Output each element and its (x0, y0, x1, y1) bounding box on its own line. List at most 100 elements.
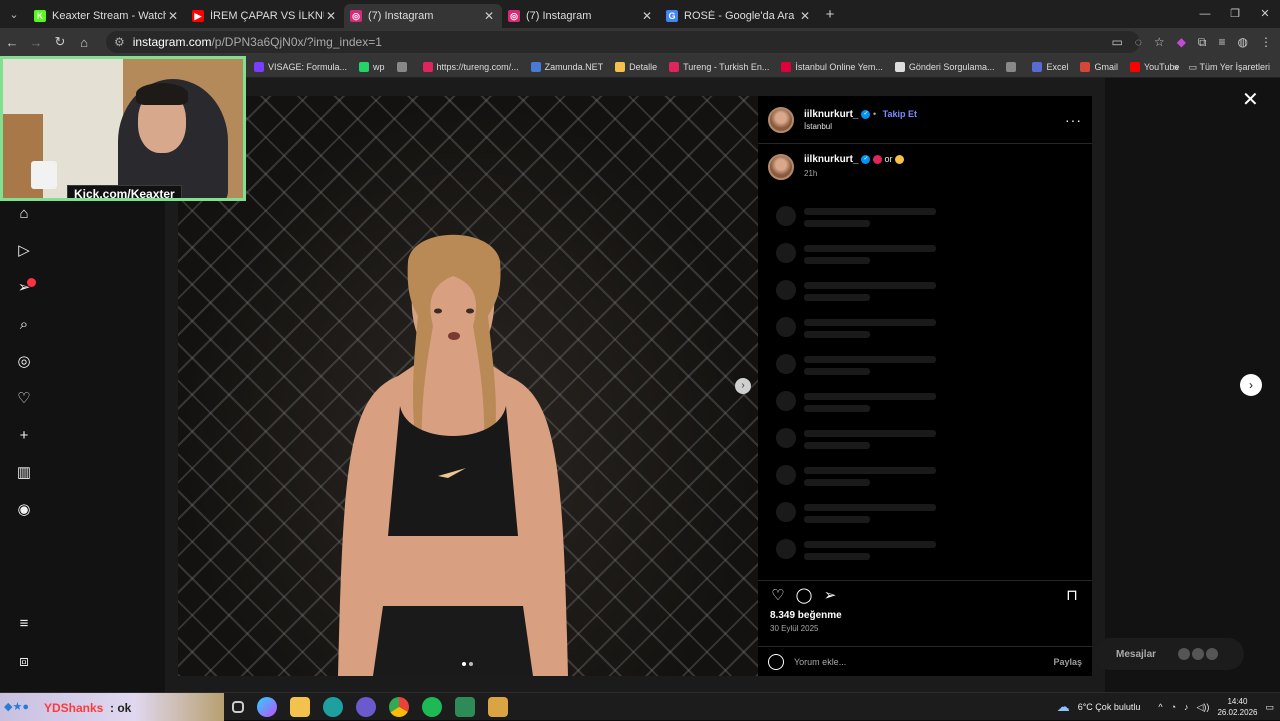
home-icon[interactable]: ⌂ (72, 35, 96, 50)
explore-nav-icon[interactable]: ◎ (14, 352, 34, 372)
close-modal-icon[interactable]: ✕ (1242, 90, 1259, 110)
url-input[interactable]: ⚙ instagram.com/p/DPN3a6QjN0x/?img_index… (106, 31, 1140, 53)
browser-tab[interactable]: ◎ (7) Instagram ✕ (344, 4, 502, 28)
bookmark-item[interactable]: Detalle (615, 61, 657, 72)
reels-nav-icon[interactable]: ▷ (14, 241, 34, 261)
extension-icon[interactable]: ◆ (1177, 35, 1186, 49)
site-info-icon[interactable]: ⚙ (114, 35, 125, 49)
weather-text[interactable]: 6°C Çok bulutlu (1078, 702, 1141, 712)
caption-username[interactable]: iilknurkurt_ (804, 154, 858, 165)
profile-icon[interactable]: ◍ (1238, 35, 1248, 49)
messages-label: Mesajlar (1116, 648, 1157, 660)
skeleton-line (804, 516, 870, 523)
file-explorer-icon[interactable] (290, 697, 310, 717)
follow-button[interactable]: Takip Et (883, 109, 917, 119)
tab-close-icon[interactable]: ✕ (166, 9, 180, 23)
browser-tab[interactable]: ◎ (7) Instagram ✕ (502, 4, 660, 28)
network-icon[interactable]: ◔ (1171, 702, 1176, 712)
next-post-button[interactable]: › (1240, 374, 1262, 396)
skeleton-line (804, 541, 936, 548)
speaker-icon[interactable]: ◁)) (1197, 702, 1210, 713)
username-link[interactable]: iilknurkurt_ (804, 109, 858, 120)
more-options-icon[interactable]: ··· (1065, 112, 1082, 128)
tab-close-icon[interactable]: ✕ (482, 9, 496, 23)
bookmark-item[interactable]: Excel (1032, 61, 1069, 72)
obs-icon[interactable] (455, 697, 475, 717)
menu-icon[interactable]: ⋮ (1260, 35, 1272, 49)
messages-button[interactable]: Mesajlar (1094, 638, 1244, 670)
edge-icon[interactable] (323, 697, 343, 717)
bookmark-item[interactable]: https://tureng.com/... (422, 61, 519, 72)
minimize-icon[interactable]: — (1190, 0, 1220, 28)
bookmark-icon[interactable]: ⊓ (1062, 586, 1082, 606)
post-comment-button[interactable]: Paylaş (1053, 657, 1082, 667)
emoji-picker-icon[interactable] (768, 653, 784, 670)
maximize-icon[interactable]: ❐ (1220, 0, 1250, 28)
skeleton-row (776, 280, 1076, 317)
notifications-icon[interactable]: ▭ (1265, 702, 1274, 713)
reading-list-icon[interactable]: ≡ (1219, 35, 1226, 49)
bookmark-item[interactable]: VISAGE: Formula... (254, 61, 347, 72)
bookmark-item[interactable]: wp (359, 61, 385, 72)
comment-icon[interactable]: ◯ (794, 586, 814, 606)
all-bookmarks[interactable]: ▭ Tüm Yer İşaretleri (1189, 62, 1270, 73)
chevron-double-right-icon[interactable]: » (1174, 62, 1179, 72)
search-nav-icon[interactable]: ⌕ (14, 315, 34, 335)
close-window-icon[interactable]: ✕ (1250, 0, 1280, 28)
tab-close-icon[interactable]: ✕ (324, 9, 338, 23)
bookmark-item[interactable]: Gmail (1080, 61, 1118, 72)
avatar[interactable] (768, 154, 794, 180)
location-link[interactable]: İstanbul (804, 122, 917, 131)
more-menu-icon[interactable]: ≡ (14, 614, 34, 634)
tab-close-icon[interactable]: ✕ (798, 9, 812, 23)
copilot-icon[interactable] (257, 697, 277, 717)
app-icon[interactable] (356, 697, 376, 717)
home-nav-icon[interactable]: ⌂ (14, 204, 34, 224)
dashboard-nav-icon[interactable]: ▥ (14, 463, 34, 483)
skeleton-avatar (776, 354, 796, 374)
bookmark-label: Excel (1046, 61, 1069, 72)
app-icon[interactable] (488, 697, 508, 717)
clock[interactable]: 14:40 26.02.2026 (1217, 696, 1257, 718)
cast-icon[interactable]: ▭ (1111, 35, 1122, 49)
weather-icon[interactable]: ☁ (1057, 699, 1070, 715)
new-tab-button[interactable]: + (818, 6, 842, 23)
post-image[interactable] (178, 96, 758, 676)
next-image-button[interactable]: › (735, 378, 751, 394)
puzzle-icon[interactable]: ⧉ (1198, 35, 1207, 50)
bookmark-item[interactable]: Tureng - Turkish En... (669, 61, 769, 72)
threads-nav-icon[interactable]: ◉ (14, 500, 34, 520)
tab-close-icon[interactable]: ✕ (640, 9, 654, 23)
create-nav-icon[interactable]: + (14, 426, 34, 446)
tray-chevron-icon[interactable]: ^ (1158, 702, 1162, 712)
task-view-icon[interactable] (232, 701, 244, 713)
reload-icon[interactable]: ↻ (48, 34, 72, 50)
bookmark-item[interactable]: İstanbul Online Yem... (781, 61, 883, 72)
skeleton-row (776, 539, 1076, 576)
likes-count[interactable]: 8.349 beğenme (770, 610, 842, 621)
tab-search-chevron-icon[interactable]: ⌄ (0, 8, 28, 21)
browser-tab[interactable]: G ROSÉ - Google'da Ara ✕ (660, 4, 818, 28)
chrome-icon[interactable] (389, 697, 409, 717)
bookmark-item[interactable]: Gönderi Sorgulama... (894, 61, 994, 72)
comment-input[interactable]: Yorum ekle... (794, 657, 1053, 667)
share-icon[interactable]: ➢ (820, 586, 840, 606)
bookmark-item[interactable]: YouTube (1129, 61, 1179, 72)
avatar[interactable] (768, 106, 794, 133)
back-icon[interactable]: ← (0, 35, 24, 50)
browser-tab[interactable]: K Keaxter Stream - Watch Live on✕ (28, 4, 186, 28)
forward-icon[interactable]: → (24, 35, 48, 50)
skeleton-line (804, 257, 870, 264)
like-heart-icon[interactable]: ♡ (768, 586, 788, 606)
bookmark-item[interactable]: Zamunda.NET (530, 61, 603, 72)
mic-icon[interactable]: ♪ (1184, 702, 1189, 712)
webcam-cup (31, 161, 57, 189)
spotify-icon[interactable] (422, 697, 442, 717)
heart-nav-icon[interactable]: ♡ (14, 389, 34, 409)
browser-tab[interactable]: ▶ İREM ÇAPAR VS İLKNUR KURT✕ (186, 4, 344, 28)
meta-apps-icon[interactable]: ⧈ (14, 652, 34, 672)
bookmark-item[interactable] (396, 61, 411, 72)
bookmark-item[interactable] (1006, 61, 1020, 72)
star-icon[interactable]: ☆ (1154, 35, 1165, 49)
hide-icon[interactable]: ◌ (1135, 35, 1142, 49)
